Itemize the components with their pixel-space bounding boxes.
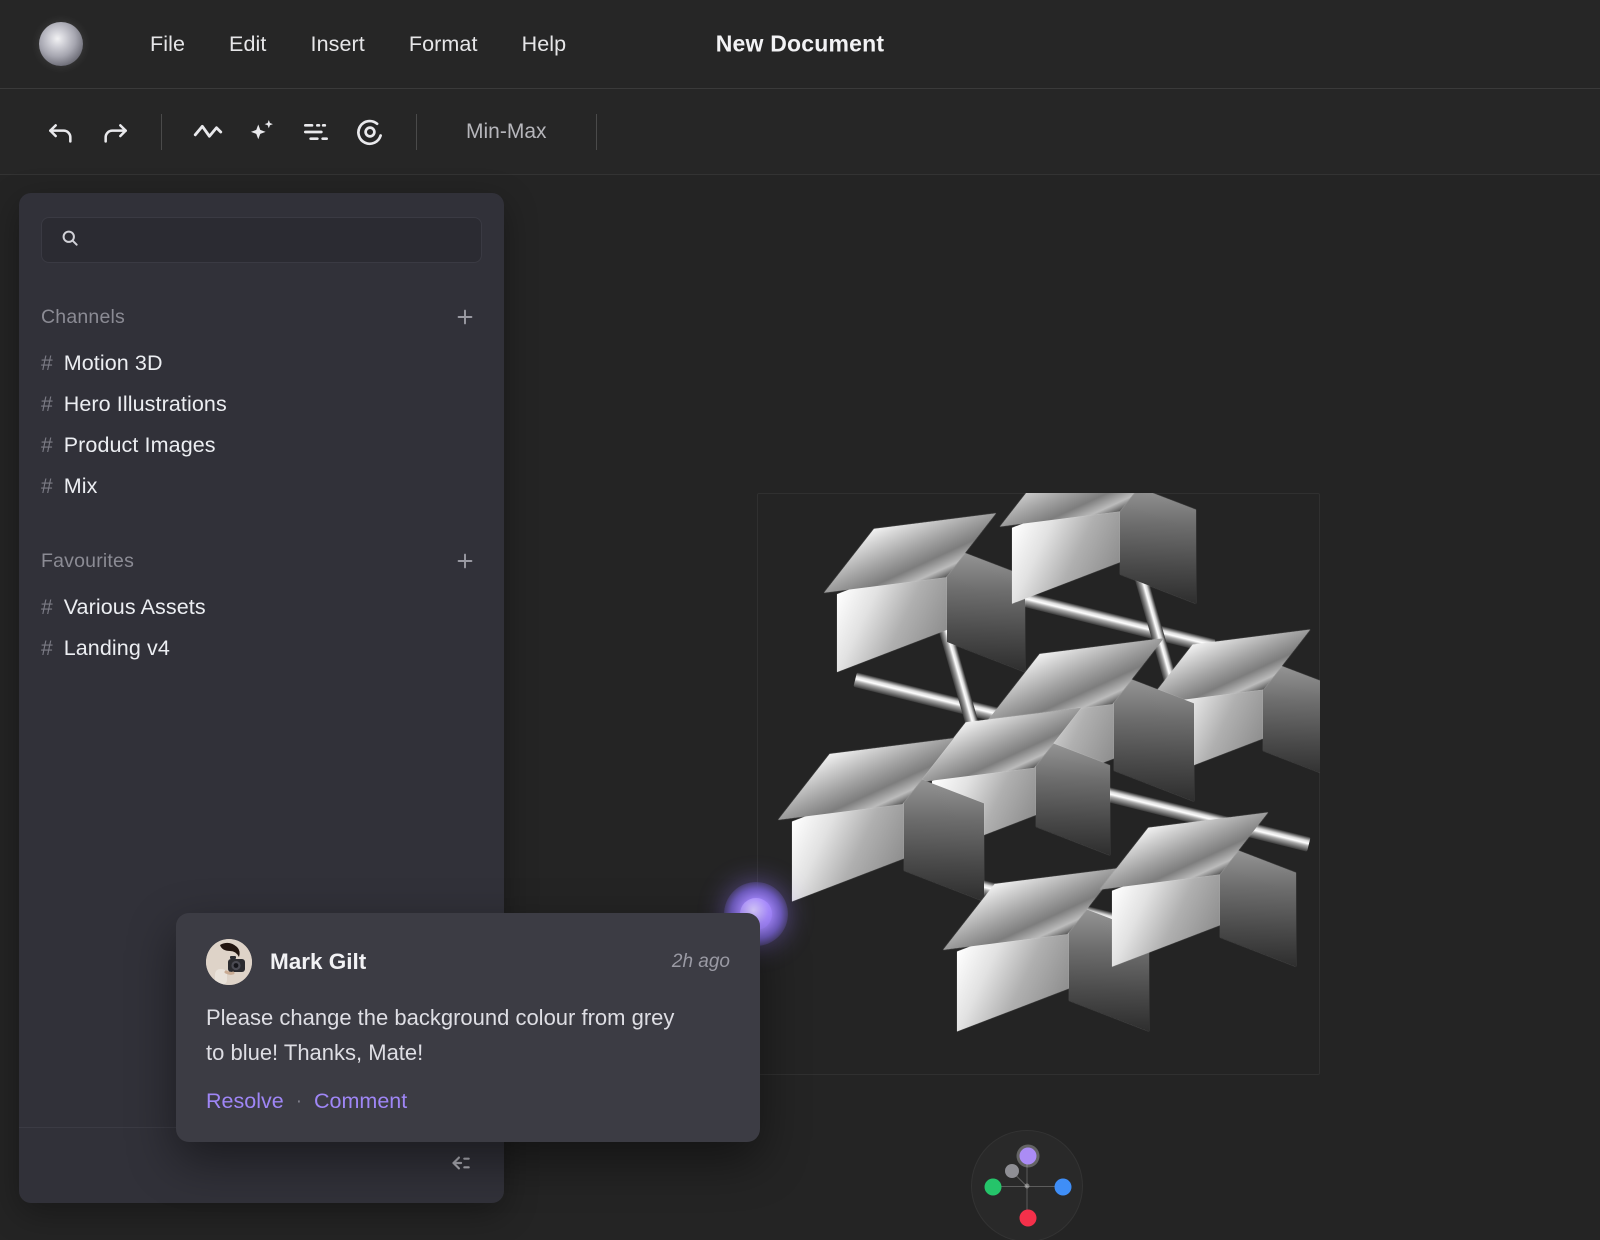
sidebar-channels-list: # Motion 3D # Hero Illustrations # Produ… — [19, 343, 504, 507]
toolbar-divider-1 — [161, 114, 162, 150]
green-swatch[interactable] — [985, 1179, 1002, 1196]
mark-gilt-avatar — [206, 939, 252, 985]
sliders-icon — [300, 116, 332, 148]
action-separator: · — [296, 1091, 302, 1113]
target-spiral-button[interactable] — [343, 105, 397, 159]
sidebar-group-favourites-header: Favourites — [19, 547, 504, 575]
hash-icon: # — [41, 475, 53, 499]
search-container — [19, 193, 504, 263]
sidebar-group-title: Favourites — [41, 550, 134, 573]
comment-author: Mark Gilt — [270, 949, 654, 975]
sidebar-item-label: Product Images — [64, 433, 216, 458]
toolbar: Min-Max — [0, 89, 1600, 175]
sidebar-item-landing-v4[interactable]: # Landing v4 — [19, 628, 504, 669]
workspace: Channels # Motion 3D # Hero Illustration… — [0, 175, 1600, 1240]
menu-bar: File Edit Insert Format Help New Documen… — [0, 0, 1600, 89]
comment-timestamp: 2h ago — [672, 951, 730, 973]
sidebar-item-hero-illustrations[interactable]: # Hero Illustrations — [19, 384, 504, 425]
activity-line-icon — [191, 115, 225, 149]
sidebar-item-label: Mix — [64, 474, 98, 499]
menu-item-format[interactable]: Format — [387, 26, 500, 63]
sparkle-icon — [246, 116, 278, 148]
activity-line-button[interactable] — [181, 105, 235, 159]
sidebar-item-label: Motion 3D — [64, 351, 163, 376]
toolbar-divider-3 — [596, 114, 597, 150]
comment-header: Mark Gilt 2h ago — [206, 939, 730, 985]
min-max-mode-label[interactable]: Min-Max — [436, 120, 577, 144]
metallic-cube-lattice-render[interactable] — [757, 493, 1320, 1075]
comment-card[interactable]: Mark Gilt 2h ago Please change the backg… — [176, 913, 760, 1142]
redo-arrow-icon — [99, 116, 131, 148]
menu-item-edit[interactable]: Edit — [207, 26, 288, 63]
search-box[interactable] — [41, 217, 482, 263]
search-icon — [60, 228, 80, 253]
comment-reply-link[interactable]: Comment — [314, 1089, 407, 1114]
hash-icon: # — [41, 434, 53, 458]
red-swatch[interactable] — [1020, 1210, 1037, 1227]
sidebar-group-channels-header: Channels — [19, 303, 504, 331]
add-channel-button[interactable] — [450, 302, 480, 332]
sidebar-item-product-images[interactable]: # Product Images — [19, 425, 504, 466]
redo-button[interactable] — [88, 105, 142, 159]
hash-icon: # — [41, 637, 53, 661]
resolve-link[interactable]: Resolve — [206, 1089, 284, 1114]
toolbar-divider-2 — [416, 114, 417, 150]
undo-arrow-icon — [45, 116, 77, 148]
search-input[interactable] — [92, 230, 463, 251]
sidebar-item-motion-3d[interactable]: # Motion 3D — [19, 343, 504, 384]
sphere-logo[interactable] — [39, 22, 83, 66]
comment-body: Please change the background colour from… — [206, 1000, 676, 1070]
hash-icon: # — [41, 352, 53, 376]
target-spiral-icon — [353, 115, 387, 149]
menu-item-insert[interactable]: Insert — [289, 26, 387, 63]
sidebar-item-label: Landing v4 — [64, 636, 170, 661]
hash-icon: # — [41, 393, 53, 417]
sidebar-favourites-list: # Various Assets # Landing v4 — [19, 587, 504, 669]
sidebar-item-label: Hero Illustrations — [64, 392, 227, 417]
menu-item-file[interactable]: File — [128, 26, 207, 63]
sidebar-item-mix[interactable]: # Mix — [19, 466, 504, 507]
comment-actions: Resolve · Comment — [206, 1089, 730, 1114]
hash-icon: # — [41, 596, 53, 620]
menu-item-help[interactable]: Help — [500, 26, 589, 63]
sidebar-item-label: Various Assets — [64, 595, 206, 620]
colour-picker-wheel[interactable] — [971, 1130, 1083, 1240]
sidebar-item-various-assets[interactable]: # Various Assets — [19, 587, 504, 628]
blue-swatch[interactable] — [1055, 1179, 1072, 1196]
collapse-sidebar-icon — [447, 1150, 473, 1181]
add-favourite-button[interactable] — [450, 546, 480, 576]
grey-swatch[interactable] — [1005, 1164, 1019, 1178]
menu-items: File Edit Insert Format Help — [128, 26, 588, 63]
sidebar-group-title: Channels — [41, 306, 125, 329]
collapse-sidebar-button[interactable] — [440, 1146, 480, 1186]
sparkle-button[interactable] — [235, 105, 289, 159]
purple-swatch[interactable] — [1020, 1148, 1037, 1165]
undo-button[interactable] — [34, 105, 88, 159]
sliders-button[interactable] — [289, 105, 343, 159]
